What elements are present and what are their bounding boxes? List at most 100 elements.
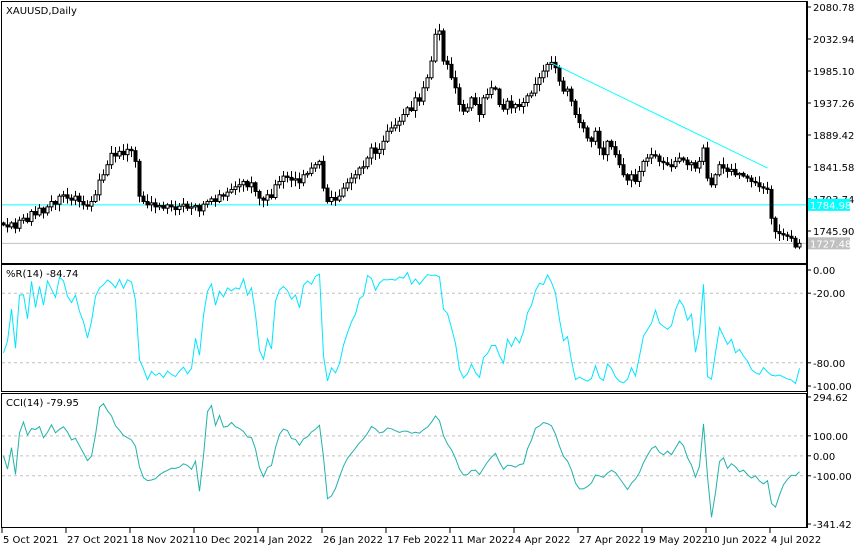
bear-candle bbox=[569, 88, 574, 102]
price-lines bbox=[2, 204, 806, 244]
bear-candle bbox=[573, 100, 578, 116]
bear-candle bbox=[509, 100, 514, 109]
bull-candle bbox=[381, 140, 386, 150]
wpr-axis-label: -80.00 bbox=[813, 359, 845, 370]
bull-candle bbox=[797, 242, 802, 248]
bull-candle bbox=[89, 201, 94, 207]
time-axis-label: 27 Apr 2022 bbox=[579, 535, 641, 546]
bull-candle bbox=[525, 95, 530, 104]
bull-candle bbox=[273, 184, 278, 198]
time-axis-label: 5 Oct 2021 bbox=[3, 535, 58, 546]
bear-candle bbox=[681, 157, 686, 161]
bear-candle bbox=[773, 217, 778, 233]
bull-candle bbox=[405, 107, 410, 116]
bull-candle bbox=[37, 207, 42, 216]
bull-candle bbox=[17, 219, 22, 229]
bull-candle bbox=[301, 174, 306, 184]
bear-candle bbox=[617, 154, 622, 166]
candles bbox=[1, 23, 802, 250]
bull-candle bbox=[429, 60, 434, 79]
bear-candle bbox=[449, 63, 454, 79]
bull-candle bbox=[345, 182, 350, 189]
bear-candle bbox=[141, 195, 146, 203]
bear-candle bbox=[557, 67, 562, 82]
wpr-axis-label: -100.00 bbox=[813, 382, 852, 393]
bear-candle bbox=[161, 205, 166, 209]
bear-candle bbox=[609, 140, 614, 148]
bull-candle bbox=[593, 130, 598, 142]
trendline[interactable] bbox=[551, 62, 768, 169]
bull-candle bbox=[229, 188, 234, 193]
bear-candle bbox=[373, 147, 378, 154]
bull-candle bbox=[677, 157, 682, 162]
bull-candle bbox=[645, 157, 650, 162]
bull-candle bbox=[337, 195, 342, 201]
bear-candle bbox=[613, 146, 618, 156]
bull-candle bbox=[689, 162, 694, 166]
bear-candle bbox=[245, 180, 250, 188]
bear-candle bbox=[709, 177, 714, 186]
bull-candle bbox=[565, 88, 570, 92]
bear-candle bbox=[269, 194, 274, 198]
bear-candle bbox=[169, 204, 174, 208]
bear-candle bbox=[561, 80, 566, 92]
time-axis-label: 26 Jan 2022 bbox=[323, 535, 383, 546]
bear-candle bbox=[5, 224, 10, 228]
bear-candle bbox=[733, 168, 738, 176]
wpr-line bbox=[3, 271, 800, 385]
bull-candle bbox=[117, 150, 122, 157]
bull-candle bbox=[109, 152, 114, 166]
cci-series bbox=[3, 402, 800, 518]
bear-candle bbox=[1, 222, 6, 226]
bear-candle bbox=[693, 162, 698, 169]
time-axis-label: 18 Nov 2021 bbox=[131, 535, 195, 546]
bear-candle bbox=[153, 202, 158, 208]
bull-candle bbox=[353, 174, 358, 179]
bear-candle bbox=[581, 122, 586, 129]
price-axis-label: 2080.78 bbox=[813, 3, 854, 14]
bear-candle bbox=[741, 172, 746, 177]
bull-candle bbox=[533, 83, 538, 94]
bear-candle bbox=[85, 204, 90, 207]
bear-candle bbox=[77, 195, 82, 203]
bull-candle bbox=[157, 205, 162, 208]
bear-candle bbox=[53, 201, 58, 205]
bull-candle bbox=[281, 175, 286, 182]
bear-candle bbox=[705, 147, 710, 179]
wpr-title: %R(14) -84.74 bbox=[6, 269, 78, 280]
bear-candle bbox=[765, 187, 770, 190]
bull-candle bbox=[9, 222, 14, 228]
cci-axis-label: -341.42 bbox=[813, 520, 852, 531]
bull-candle bbox=[305, 172, 310, 176]
bull-candle bbox=[377, 148, 382, 154]
bull-candle bbox=[45, 206, 50, 214]
bear-candle bbox=[285, 175, 290, 178]
bear-candle bbox=[197, 205, 202, 212]
bull-candle bbox=[489, 87, 494, 95]
wpr-series bbox=[3, 271, 800, 385]
bear-candle bbox=[577, 114, 582, 124]
bull-candle bbox=[629, 174, 634, 181]
bull-candle bbox=[73, 195, 78, 201]
bull-candle bbox=[61, 194, 66, 197]
bull-candle bbox=[165, 204, 170, 209]
bear-candle bbox=[585, 127, 590, 139]
level-lines bbox=[2, 292, 806, 477]
bear-candle bbox=[725, 167, 730, 172]
bear-candle bbox=[781, 233, 786, 236]
bear-candle bbox=[657, 155, 662, 162]
bull-candle bbox=[265, 194, 270, 201]
bear-candle bbox=[685, 159, 690, 166]
bull-candle bbox=[713, 174, 718, 186]
bear-candle bbox=[497, 88, 502, 106]
bull-candle bbox=[437, 30, 442, 35]
bear-candle bbox=[777, 231, 782, 235]
bull-candle bbox=[93, 194, 98, 203]
bear-candle bbox=[669, 164, 674, 168]
trading-chart[interactable]: 2080.78 2032.94 1985.10 1937.26 1889.42 1841.… bbox=[0, 0, 860, 550]
bear-candle bbox=[493, 87, 498, 90]
cci-panel-frame bbox=[1, 393, 807, 528]
bull-candle bbox=[385, 130, 390, 142]
bull-candle bbox=[729, 168, 734, 172]
bull-candle bbox=[397, 120, 402, 126]
